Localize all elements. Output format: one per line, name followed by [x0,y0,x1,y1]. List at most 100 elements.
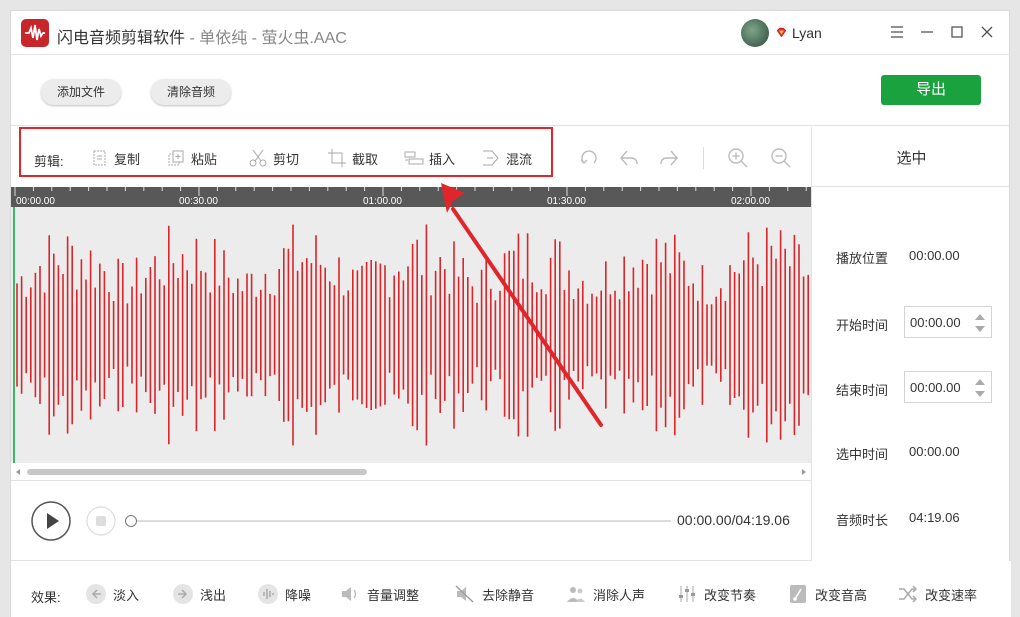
denoise-icon [258,584,278,604]
cut-button[interactable]: 剪切 [248,145,299,171]
end-time-value: 00:00.00 [910,380,961,395]
mix-label: 混流 [506,151,533,167]
pitch-button[interactable]: 改变音高 [787,581,867,607]
fade-in-icon [86,584,106,604]
remove-vocal-button[interactable]: 消除人声 [565,581,645,607]
timeline-ruler[interactable]: 00:00.00 00:30.00 01:00.00 01:30.00 02:0… [11,187,811,207]
waveform-area[interactable] [11,207,811,463]
stepper-arrows-icon[interactable] [974,311,986,335]
people-icon [567,587,585,602]
paste-label: 粘贴 [191,151,218,167]
minimize-icon[interactable] [916,21,938,43]
speaker-icon [342,587,357,601]
selection-time-label: 选中时间 [836,447,889,462]
tick-label: 00:30.00 [179,196,218,207]
waveform [13,207,810,463]
mix-icon [483,150,499,166]
insert-label: 插入 [429,151,456,167]
selection-panel: 选中 播放位置 00:00.00 开始时间 00:00.00 结束时间 00:0… [811,127,1011,561]
cut-label: 剪切 [273,151,300,167]
edit-label: 剪辑: [34,154,64,169]
copy-label: 复制 [114,151,141,167]
insert-icon [404,151,424,165]
scroll-right-icon [802,469,806,475]
clear-audio-button[interactable]: 清除音频 [151,79,232,105]
player-bar: 00:00.00/04:19.06 [11,481,811,561]
crop-button[interactable]: 截取 [327,145,378,171]
edit-toolbar: 剪辑: 复制 粘贴 剪切 截取 插入 混流 [11,127,811,189]
tempo-button[interactable]: 改变节奏 [676,581,756,607]
equalizer-icon [679,586,695,602]
crop-label: 截取 [352,151,379,167]
remove-vocal-label: 消除人声 [593,587,646,603]
title-bar: 闪电音频剪辑软件 - 单依纯 - 萤火虫.AAC Lyan [11,11,1011,55]
redo-icon[interactable] [657,146,681,170]
effects-bar: 效果: 淡入 浅出 降噪 音量调整 去除静音 消除人声 改变节奏 改变音高 改变… [11,561,1011,617]
scroll-thumb [27,469,367,475]
selection-time-value: 00:00.00 [909,444,960,459]
duration-label: 音频时长 [836,513,889,528]
start-time-value: 00:00.00 [910,315,961,330]
volume-button[interactable]: 音量调整 [339,581,419,607]
insert-button[interactable]: 插入 [404,145,455,171]
scrollbar-track [16,469,806,475]
progress-track[interactable] [131,520,671,522]
fade-out-label: 浅出 [200,587,227,603]
start-time-label: 开始时间 [836,318,889,333]
duration-value: 04:19.06 [909,510,960,525]
panel-header: 选中 [812,127,1011,187]
speed-label: 改变速率 [925,587,978,603]
app-window: 闪电音频剪辑软件 - 单依纯 - 萤火虫.AAC Lyan 添加文件 清除音频 … [10,10,1011,617]
mute-icon [455,585,474,603]
undo-icon[interactable] [617,146,641,170]
paste-button[interactable]: 粘贴 [166,145,217,171]
fade-in-label: 淡入 [113,587,140,603]
play-position-label: 播放位置 [836,251,889,266]
app-logo-icon [21,19,49,47]
horizontal-scrollbar[interactable] [11,463,811,481]
end-time-stepper[interactable]: 00:00.00 [904,371,992,403]
tick-label: 01:00.00 [363,196,402,207]
volume-label: 音量调整 [367,587,420,603]
mix-button[interactable]: 混流 [481,145,532,171]
denoise-label: 降噪 [285,587,312,603]
tick-label: 00:00.00 [16,196,55,207]
close-icon[interactable] [976,21,998,43]
menu-icon[interactable] [886,21,908,43]
zoom-out-icon[interactable] [769,146,793,170]
denoise-button[interactable]: 降噪 [257,581,311,607]
time-readout: 00:00.00/04:19.06 [677,512,790,528]
fade-out-button[interactable]: 浅出 [172,581,226,607]
start-time-stepper[interactable]: 00:00.00 [904,306,992,338]
zoom-in-icon[interactable] [726,146,750,170]
tempo-label: 改变节奏 [704,587,757,603]
ruler-ticks [14,187,807,196]
scroll-left-icon [16,469,20,475]
copy-button[interactable]: 复制 [89,145,140,171]
export-button[interactable]: 导出 [881,75,981,105]
play-position-value: 00:00.00 [909,248,960,263]
tick-label: 01:30.00 [547,196,586,207]
app-name: 闪电音频剪辑软件 [57,30,186,47]
fade-in-button[interactable]: 淡入 [85,581,139,607]
toolbar-divider [703,147,704,169]
copy-icon [93,150,106,166]
pitch-label: 改变音高 [815,587,868,603]
speed-button[interactable]: 改变速率 [897,581,977,607]
progress-knob[interactable] [125,515,137,527]
maximize-icon[interactable] [946,21,968,43]
remove-silence-label: 去除静音 [482,587,535,603]
remove-silence-button[interactable]: 去除静音 [454,581,534,607]
avatar[interactable] [741,19,769,47]
loop-icon[interactable] [577,146,601,170]
effects-label: 效果: [31,590,61,605]
user-name[interactable]: Lyan [792,25,822,41]
window-title: 闪电音频剪辑软件 - 单依纯 - 萤火虫.AAC [57,24,347,48]
vip-diamond-icon [776,27,787,38]
add-file-button[interactable]: 添加文件 [41,79,122,105]
stepper-arrows-icon[interactable] [974,376,986,400]
crop-icon [328,149,346,167]
end-time-label: 结束时间 [836,383,889,398]
stop-icon[interactable] [85,505,117,537]
play-icon[interactable] [30,500,72,542]
